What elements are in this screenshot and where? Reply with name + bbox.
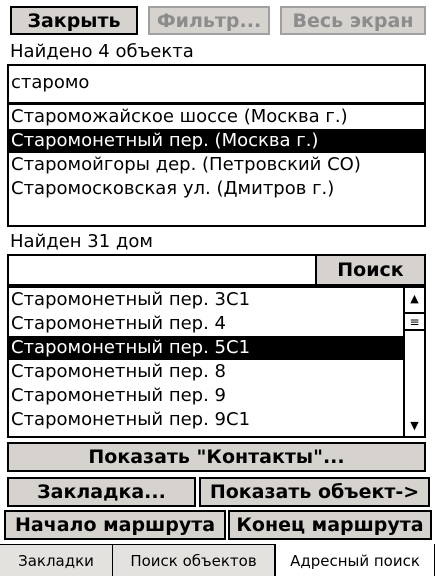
objects-found-label: Найдено 4 объекта (10, 41, 194, 62)
show-contacts-button[interactable]: Показать "Контакты"... (7, 442, 426, 472)
list-item[interactable]: Старомонетный пер. 9 (9, 384, 403, 408)
list-item[interactable]: Старомонетный пер. 3С1 (9, 288, 403, 312)
house-list[interactable]: Старомонетный пер. 3С1 Старомонетный пер… (7, 286, 426, 438)
tab-bookmarks[interactable]: Закладки (0, 545, 113, 576)
list-item[interactable]: Старомосковская ул. (Дмитров г.) (9, 177, 424, 201)
list-item[interactable]: Старомонетный пер. 8 (9, 360, 403, 384)
list-item[interactable]: Старомонетный пер. 9С1 (9, 408, 403, 432)
object-list[interactable]: Староможайское шоссе (Москва г.) Старомо… (7, 103, 426, 227)
list-item[interactable]: Старомонетный пер. 4 (9, 312, 403, 336)
house-list-scrollbar[interactable]: ▲ ≡ ▼ (403, 288, 424, 436)
route-start-button[interactable]: Начало маршрута (4, 510, 226, 540)
route-end-button[interactable]: Конец маршрута (228, 510, 432, 540)
list-item[interactable]: Староможайское шоссе (Москва г.) (9, 105, 424, 129)
houses-found-label: Найден 31 дом (10, 231, 153, 252)
house-search-button[interactable]: Поиск (315, 254, 426, 286)
tab-address-search[interactable]: Адресный поиск (275, 544, 435, 576)
grip-icon[interactable]: ≡ (405, 312, 424, 331)
down-arrow-icon[interactable]: ▼ (405, 415, 424, 436)
fullscreen-button[interactable]: Весь экран (280, 6, 426, 35)
filter-button[interactable]: Фильтр... (148, 6, 270, 35)
tab-object-search[interactable]: Поиск объектов (113, 545, 275, 576)
up-arrow-icon[interactable]: ▲ (405, 288, 424, 309)
house-search-value (9, 256, 315, 284)
tab-bar: Закладки Поиск объектов Адресный поиск (0, 544, 435, 576)
object-search-value: старомо (11, 72, 90, 93)
house-search-input[interactable] (7, 254, 317, 286)
object-search-input[interactable]: старомо (7, 64, 426, 104)
list-item-selected[interactable]: Старомонетный пер. 5С1 (9, 336, 403, 360)
bookmark-button[interactable]: Закладка... (7, 477, 196, 507)
show-object-button[interactable]: Показать объект-> (199, 477, 430, 507)
close-button[interactable]: Закрыть (10, 6, 138, 35)
list-item[interactable]: Старомойгоры дер. (Петровский СО) (9, 153, 424, 177)
list-item-selected[interactable]: Старомонетный пер. (Москва г.) (9, 129, 424, 153)
